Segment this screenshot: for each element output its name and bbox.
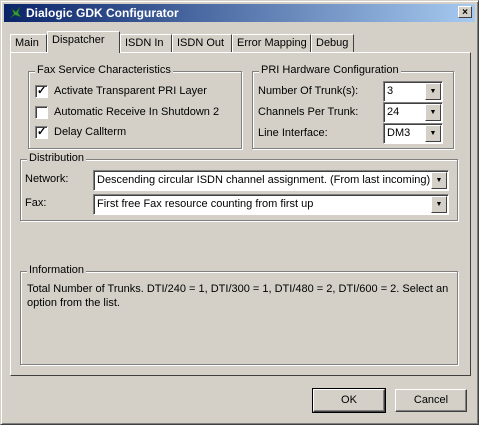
tab-isdn-in[interactable]: ISDN In (120, 34, 172, 52)
fax-select[interactable]: First free Fax resource counting from fi… (93, 194, 449, 215)
checkbox-box[interactable]: ✓ (35, 125, 48, 139)
information-group: Information Total Number of Trunks. DTI/… (20, 264, 458, 365)
dropdown-arrow-icon[interactable]: ▼ (425, 83, 441, 100)
network-label: Network: (25, 173, 69, 185)
channels-select[interactable]: 24 ▼ (383, 102, 443, 123)
tab-label: ISDN Out (177, 37, 225, 49)
tab-label: Dispatcher (52, 34, 105, 46)
fax-value: First free Fax resource counting from fi… (97, 198, 314, 210)
network-select[interactable]: Descending circular ISDN channel assignm… (93, 170, 449, 191)
checkbox-label: Automatic Receive In Shutdown 2 (54, 106, 220, 118)
network-value: Descending circular ISDN channel assignm… (97, 174, 431, 186)
tab-error-mapping[interactable]: Error Mapping (232, 34, 311, 52)
dropdown-arrow-icon[interactable]: ▼ (431, 196, 447, 213)
check-mark-icon: ✓ (37, 84, 47, 97)
tab-label: Main (15, 37, 39, 49)
trunks-select[interactable]: 3 ▼ (383, 81, 443, 102)
information-text: Total Number of Trunks. DTI/240 = 1, DTI… (27, 283, 449, 309)
dropdown-arrow-icon[interactable]: ▼ (425, 104, 441, 121)
fax-service-title: Fax Service Characteristics (35, 64, 173, 76)
configurator-window: Dialogic GDK Configurator × Main Dispatc… (0, 0, 479, 425)
line-interface-label: Line Interface: (258, 127, 328, 139)
trunks-label: Number Of Trunk(s): (258, 85, 359, 97)
close-button[interactable]: × (458, 6, 472, 18)
window-title: Dialogic GDK Configurator (26, 6, 179, 20)
automatic-receive-checkbox[interactable]: Automatic Receive In Shutdown 2 (35, 105, 219, 119)
distribution-title: Distribution (27, 152, 87, 164)
line-interface-value: DM3 (387, 127, 411, 139)
tab-label: Error Mapping (237, 37, 307, 49)
checkbox-label: Delay Callterm (54, 126, 127, 138)
check-mark-icon: ✓ (37, 125, 47, 138)
checkbox-box[interactable]: ✓ (35, 84, 48, 98)
tab-debug[interactable]: Debug (311, 34, 354, 52)
dispatcher-panel: Fax Service Characteristics ✓ Activate T… (10, 52, 471, 376)
distribution-group: Distribution Network: Descending circula… (20, 152, 458, 221)
information-title: Information (27, 264, 87, 276)
ok-button[interactable]: OK (312, 388, 386, 413)
tab-dispatcher[interactable]: Dispatcher (47, 31, 120, 53)
dropdown-arrow-icon[interactable]: ▼ (431, 172, 447, 189)
fax-label: Fax: (25, 197, 47, 209)
checkbox-box[interactable] (35, 105, 48, 119)
tab-main[interactable]: Main (10, 34, 47, 52)
app-icon (9, 6, 22, 19)
activate-transparent-pri-checkbox[interactable]: ✓ Activate Transparent PRI Layer (35, 84, 207, 98)
checkbox-label: Activate Transparent PRI Layer (54, 85, 207, 97)
pri-hardware-group: PRI Hardware Configuration Number Of Tru… (252, 64, 454, 149)
trunks-value: 3 (387, 85, 394, 97)
tab-label: ISDN In (125, 37, 164, 49)
cancel-button[interactable]: Cancel (395, 389, 467, 412)
line-interface-select[interactable]: DM3 ▼ (383, 123, 443, 144)
tab-label: Debug (316, 37, 349, 49)
title-bar[interactable]: Dialogic GDK Configurator × (4, 4, 475, 22)
fax-service-group: Fax Service Characteristics ✓ Activate T… (28, 64, 242, 149)
channels-value: 24 (387, 106, 400, 118)
pri-hardware-title: PRI Hardware Configuration (259, 64, 401, 76)
dropdown-arrow-icon[interactable]: ▼ (425, 125, 441, 142)
channels-label: Channels Per Trunk: (258, 106, 359, 118)
tab-isdn-out[interactable]: ISDN Out (172, 34, 232, 52)
delay-callterm-checkbox[interactable]: ✓ Delay Callterm (35, 125, 126, 139)
